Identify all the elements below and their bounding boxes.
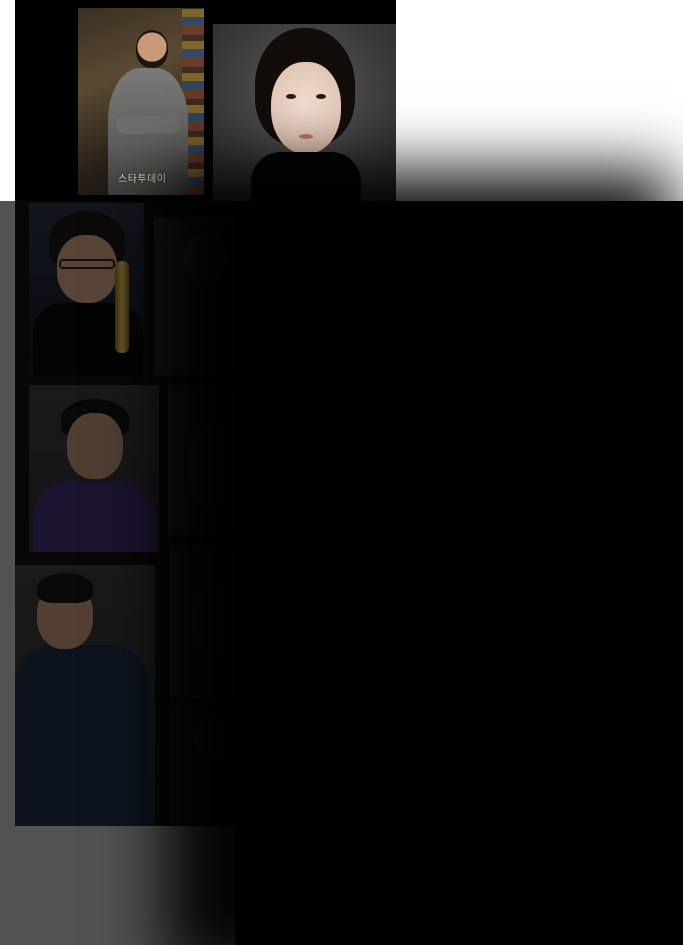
silhouette — [184, 232, 228, 284]
suit-portrait-image[interactable]: 스타투데이 — [78, 8, 204, 195]
head-figure — [136, 30, 168, 68]
photo-watermark: 스타투데이 — [118, 174, 167, 185]
face-shape — [67, 413, 123, 479]
dimmed-portrait-image-3[interactable] — [170, 546, 235, 698]
sweater-shape — [15, 645, 149, 826]
silhouette — [188, 425, 234, 505]
hair-shape — [37, 573, 93, 603]
silhouette — [192, 586, 232, 656]
oscar-portrait-image[interactable] — [29, 203, 144, 375]
turtleneck-shape — [251, 152, 361, 201]
page: 스타투데이 — [0, 0, 683, 945]
dimmed-portrait-image-4[interactable] — [170, 705, 235, 825]
purple-shirt-portrait-image[interactable] — [29, 385, 159, 552]
glasses — [59, 259, 115, 269]
trophy-icon — [115, 261, 129, 353]
dimmed-portrait-image-1[interactable] — [154, 218, 235, 375]
face-shape — [271, 62, 341, 154]
right-eye — [316, 94, 326, 99]
left-eye — [286, 94, 296, 99]
silhouette — [194, 715, 230, 759]
turtleneck-portrait-image[interactable] — [213, 24, 396, 201]
shirt-shape — [33, 481, 157, 552]
sweater-portrait-image[interactable] — [15, 565, 155, 826]
face-shape — [57, 235, 117, 303]
crossed-arms — [116, 116, 180, 134]
lips — [299, 134, 313, 139]
dimmed-portrait-image-2[interactable] — [168, 385, 235, 535]
dark-overlay-panel — [235, 201, 683, 945]
